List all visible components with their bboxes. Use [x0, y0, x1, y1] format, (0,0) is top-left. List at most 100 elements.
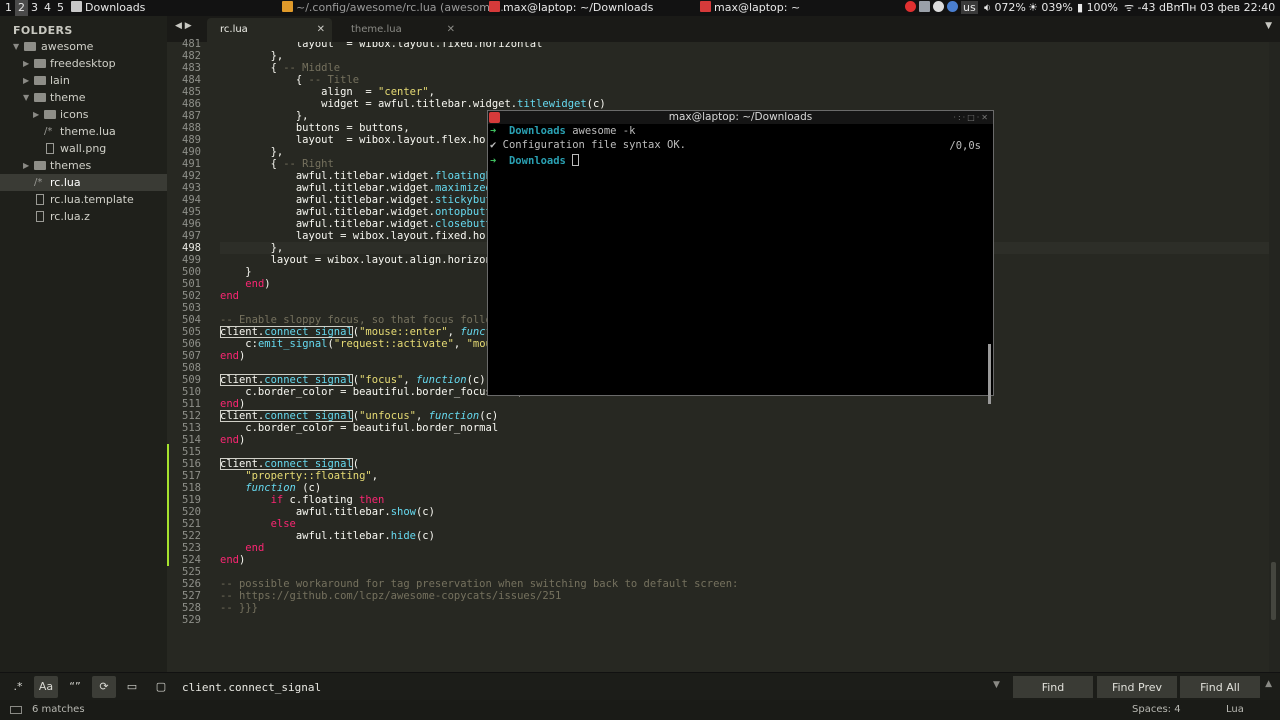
line-number: 495	[182, 206, 201, 218]
sidebar-item-label: rc.lua	[50, 176, 81, 189]
indentation-setting[interactable]: Spaces: 4	[1132, 700, 1181, 720]
sidebar-file-theme-lua[interactable]: /* theme.lua	[0, 123, 167, 140]
line-number: 513	[182, 422, 201, 434]
sublime-icon	[282, 1, 293, 12]
sidebar-file-wall-png[interactable]: wall.png	[0, 140, 167, 157]
chevron-down-icon[interactable]: ▼	[993, 680, 1000, 690]
line-number: 493	[182, 182, 201, 194]
sidebar-folder-icons[interactable]: ▶ icons	[0, 106, 167, 123]
find-button[interactable]: Find	[1013, 676, 1093, 698]
case-sensitive-toggle[interactable]: Aa	[34, 676, 58, 698]
volume-widget[interactable]: 🔉︎ 072%	[984, 0, 1026, 16]
find-all-button[interactable]: Find All	[1180, 676, 1260, 698]
sidebar-item-label: icons	[60, 108, 89, 121]
sidebar-file-rc-lua[interactable]: /* rc.lua	[0, 174, 167, 191]
highlight-matches-icon[interactable]: ▢	[149, 676, 173, 698]
brightness-widget[interactable]: ☀︎ 039%	[1028, 0, 1073, 16]
line-number: 510	[182, 386, 201, 398]
tag-2[interactable]: 2	[15, 0, 28, 16]
sidebar-item-label: theme	[50, 91, 86, 104]
terminal-scrollbar[interactable]	[988, 344, 991, 404]
sidebar-folder-awesome[interactable]: ▼ awesome	[0, 38, 167, 55]
code-line: client.connect_signal("unfocus", functio…	[220, 410, 499, 422]
line-number: 508	[182, 362, 201, 374]
line-number: 525	[182, 566, 201, 578]
chevron-right-icon: ▶	[33, 110, 40, 119]
bluetooth-icon[interactable]	[933, 1, 944, 12]
line-number: 500	[182, 266, 201, 278]
sidebar-folder-freedesktop[interactable]: ▶ freedesktop	[0, 55, 167, 72]
apps-icon[interactable]	[947, 1, 958, 12]
current-dir: Downloads	[71, 0, 145, 16]
line-number: 503	[182, 302, 201, 314]
tag-1[interactable]: 1	[2, 0, 15, 16]
tag-4[interactable]: 4	[41, 0, 54, 16]
chevron-up-icon[interactable]: ▲	[1265, 679, 1272, 689]
network-tools-icon[interactable]	[919, 1, 930, 12]
keyboard-layout[interactable]: us	[961, 1, 978, 14]
scrollbar-thumb[interactable]	[1271, 562, 1276, 620]
find-input[interactable]	[176, 676, 1009, 698]
check-icon: ✔	[490, 139, 497, 151]
sidebar-folder-theme[interactable]: ▼ theme	[0, 89, 167, 106]
tab-rc-lua[interactable]: rc.lua ✕	[207, 18, 332, 42]
code-line: else	[270, 518, 296, 530]
close-icon[interactable]: ✕	[317, 18, 325, 42]
line-number: 524	[182, 554, 201, 566]
close-icon[interactable]: ✕	[447, 18, 455, 42]
regex-toggle[interactable]: .*	[8, 676, 28, 698]
task-terminal-home[interactable]: max@laptop: ~	[700, 0, 800, 16]
file-icon	[36, 194, 44, 205]
task-editor[interactable]: ~/.config/awesome/rc.lua (awesome...	[282, 0, 507, 16]
line-number: 491	[182, 158, 201, 170]
battery-widget[interactable]: ▮ 100%	[1077, 0, 1118, 16]
folder-icon	[71, 1, 82, 12]
code-line: awful.titlebar.hide(c)	[220, 530, 435, 542]
mail-icon[interactable]	[905, 1, 916, 12]
whole-word-toggle[interactable]: “”	[63, 676, 87, 698]
line-number: 483	[182, 62, 201, 74]
sidebar-file-rc-lua-template[interactable]: rc.lua.template	[0, 191, 167, 208]
line-number: 499	[182, 254, 201, 266]
in-selection-icon[interactable]: ▭	[121, 676, 143, 698]
terminal-body[interactable]: ➜ Downloads awesome -k ✔ Configuration f…	[488, 124, 993, 404]
code-line: },	[220, 110, 309, 122]
syntax-setting[interactable]: Lua	[1226, 700, 1244, 720]
wrap-icon[interactable]: ⟳	[92, 676, 116, 698]
tab-theme-lua[interactable]: theme.lua ✕	[337, 18, 462, 42]
code-line: if c.floating then	[270, 494, 385, 506]
find-prev-button[interactable]: Find Prev	[1097, 676, 1177, 698]
terminal-cursor	[572, 154, 580, 166]
line-number: 484	[182, 74, 201, 86]
tag-5[interactable]: 5	[54, 0, 67, 16]
sidebar-item-label: theme.lua	[60, 125, 116, 138]
brightness-icon: ☀︎	[1028, 1, 1038, 14]
line-number: 489	[182, 134, 201, 146]
line-number: 506	[182, 338, 201, 350]
line-number: 521	[182, 518, 201, 530]
terminal-titlebar[interactable]: max@laptop: ~/Downloads ·:·□·✕	[488, 111, 993, 124]
tab-menu-icon[interactable]: ▼	[1265, 21, 1272, 31]
code-line: widget = awful.titlebar.widget.titlewidg…	[220, 98, 606, 110]
sidebar-file-rc-lua-z[interactable]: rc.lua.z	[0, 208, 167, 225]
line-number: 504	[182, 314, 201, 326]
line-number: 501	[182, 278, 201, 290]
sidebar-folder-themes[interactable]: ▶ themes	[0, 157, 167, 174]
terminal-window[interactable]: max@laptop: ~/Downloads ·:·□·✕ ➜ Downloa…	[487, 110, 994, 404]
code-line: end	[220, 290, 239, 302]
task-terminal-downloads[interactable]: max@laptop: ~/Downloads	[489, 0, 653, 16]
code-line: { -- Title	[220, 74, 360, 86]
wifi-widget[interactable]: ᯤ -43 dBm	[1124, 0, 1184, 16]
window-controls-icon[interactable]: ·:·□·✕	[953, 111, 990, 124]
line-number: 518	[182, 482, 201, 494]
clock[interactable]: Пн 03 фев 22:40	[1181, 0, 1275, 16]
code-line: -- https://github.com/lcpz/awesome-copyc…	[220, 590, 562, 602]
line-number: 528	[182, 602, 201, 614]
tag-3[interactable]: 3	[28, 0, 41, 16]
line-number: 511	[182, 398, 201, 410]
sidebar-folder-lain[interactable]: ▶ lain	[0, 72, 167, 89]
tab-scroll-arrows-icon[interactable]: ◀ ▶	[175, 21, 192, 31]
line-number: 527	[182, 590, 201, 602]
prompt-arrow-icon: ➜	[490, 155, 497, 167]
panel-toggle-icon[interactable]	[10, 706, 22, 714]
